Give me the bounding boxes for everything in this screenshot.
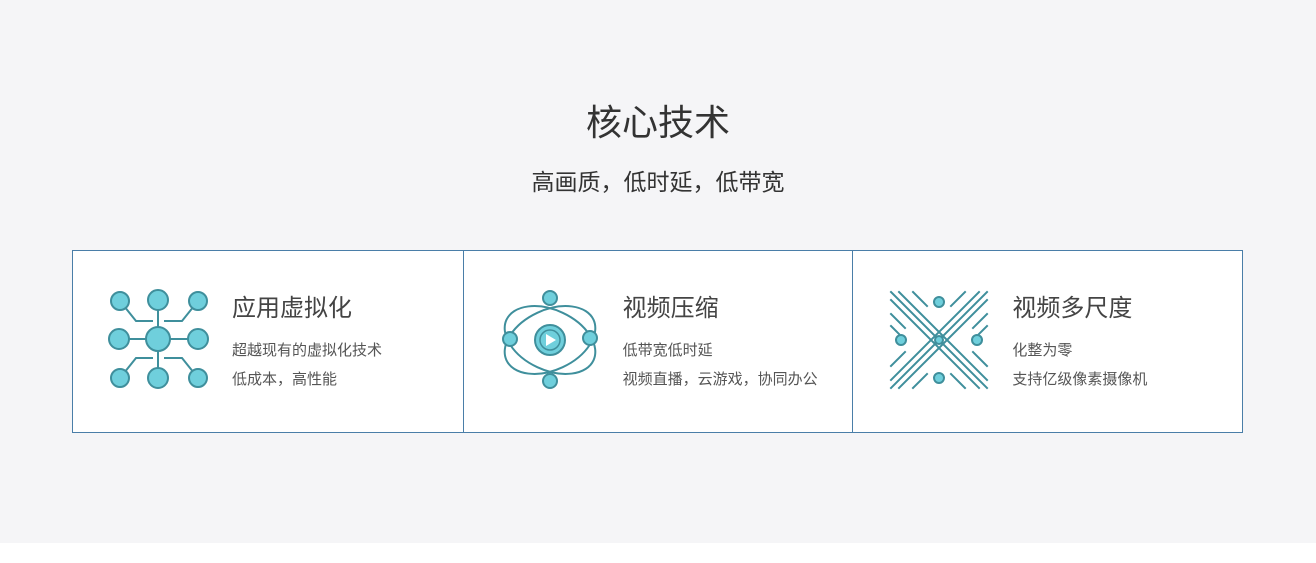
card-description-line: 化整为零 [1012,341,1073,359]
feature-card-video-compression: 视频压缩 低带宽低时延 视频直播，云游戏，协同办公 [462,251,853,432]
video-orbit-icon [501,290,598,389]
card-description-line: 超越现有的虚拟化技术 [232,341,383,359]
card-title: 应用虚拟化 [232,294,352,322]
feature-cards: 应用虚拟化 超越现有的虚拟化技术 低成本，高性能 视频压缩 低带宽低时延 视频直… [72,250,1243,433]
card-description-line: 支持亿级像素摄像机 [1012,370,1148,388]
section-title: 核心技术 [585,103,730,144]
network-nodes-icon [108,289,209,389]
feature-card-app-virtualization: 应用虚拟化 超越现有的虚拟化技术 低成本，高性能 [73,251,463,432]
card-description-line: 低带宽低时延 [622,341,713,359]
feature-card-video-multiscale: 视频多尺度 化整为零 支持亿级像素摄像机 [852,251,1242,432]
card-description-line: 低成本，高性能 [232,370,338,388]
card-title: 视频多尺度 [1012,294,1133,322]
section-subtitle: 高画质，低时延，低带宽 [531,170,785,196]
core-technology-section: 核心技术 高画质，低时延，低带宽 应用虚拟化 超越现有的虚拟化技术 低成本，高性… [0,0,1316,543]
crossed-lines-icon [889,290,989,390]
card-title: 视频压缩 [622,294,719,322]
card-description-line: 视频直播，云游戏，协同办公 [622,370,818,388]
